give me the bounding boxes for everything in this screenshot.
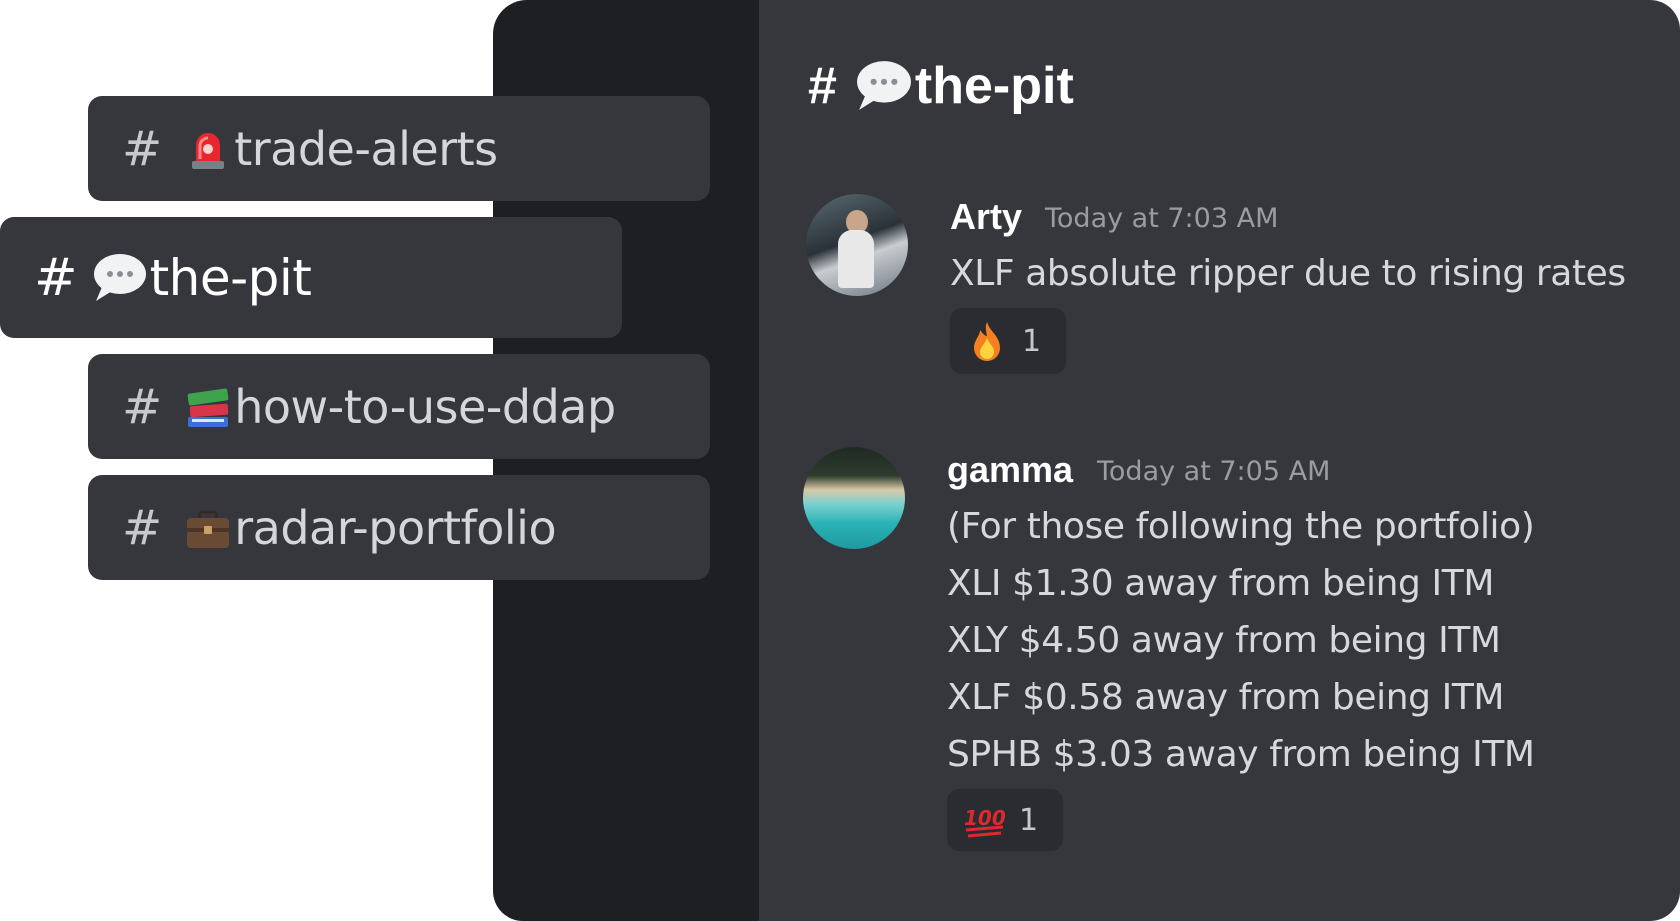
message-text: XLF absolute ripper due to rising rates <box>950 253 1626 294</box>
message-timestamp: Today at 7:05 AM <box>1097 456 1331 487</box>
avatar[interactable] <box>806 194 908 296</box>
books-icon <box>184 383 232 431</box>
channel-title: the-pit <box>914 57 1074 115</box>
channel-item-radar-portfolio[interactable]: # radar-portfolio <box>88 475 710 580</box>
avatar[interactable] <box>803 447 905 549</box>
channel-hash-icon: # <box>808 57 837 115</box>
channel-hash-icon: # <box>122 120 163 177</box>
channel-item-trade-alerts[interactable]: # trade-alerts <box>88 96 710 201</box>
channel-item-the-pit[interactable]: # the-pit <box>0 217 622 338</box>
channel-label: radar-portfolio <box>234 500 557 555</box>
message-text: XLY $4.50 away from being ITM <box>947 620 1501 661</box>
channel-hash-icon: # <box>122 499 163 556</box>
speech-bubble-icon <box>855 58 913 114</box>
reaction-count: 1 <box>1019 802 1039 838</box>
message-text: (For those following the portfolio) <box>947 506 1535 547</box>
fire-icon <box>966 320 1008 362</box>
reaction-button[interactable]: 1 <box>950 308 1066 374</box>
reaction-count: 1 <box>1022 323 1042 359</box>
message-author[interactable]: Arty <box>950 196 1022 238</box>
hundred-points-icon: 100 <box>963 799 1006 841</box>
channel-hash-icon: # <box>122 378 163 435</box>
message-timestamp: Today at 7:03 AM <box>1045 203 1279 234</box>
message-text: SPHB $3.03 away from being ITM <box>947 734 1535 775</box>
channel-header: # the-pit <box>808 56 1074 116</box>
message-text: XLI $1.30 away from being ITM <box>947 563 1494 604</box>
rotating-light-icon <box>184 125 232 173</box>
channel-hash-icon: # <box>34 247 78 308</box>
message-text: XLF $0.58 away from being ITM <box>947 677 1505 718</box>
channel-item-how-to-use-ddap[interactable]: # how-to-use-ddap <box>88 354 710 459</box>
reaction-button[interactable]: 100 1 <box>947 789 1063 851</box>
message-author[interactable]: gamma <box>947 449 1073 491</box>
speech-bubble-icon <box>92 251 148 305</box>
app-stage: # trade-alerts # the-pit # how-to-use-dd… <box>0 0 1680 921</box>
channel-label: how-to-use-ddap <box>234 379 616 434</box>
channel-label: trade-alerts <box>234 121 498 176</box>
briefcase-icon <box>184 504 232 552</box>
channel-label: the-pit <box>149 248 312 307</box>
